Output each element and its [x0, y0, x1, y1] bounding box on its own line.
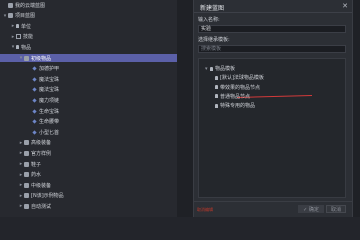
tree-item-label: 魔力项链: [39, 97, 60, 104]
new-blueprint-dialog: 新建蓝图 ✕ 输入名称: 实验 选择继承模板: 搜索模板 ▾ 物品模板 [默认]法球…: [193, 0, 353, 217]
gem-icon: [32, 66, 37, 71]
tree-item-label: 项目蓝图: [15, 13, 36, 20]
template-item[interactable]: [默认]法球物品模板: [215, 74, 264, 81]
tree-item[interactable]: ▾ 物品: [0, 43, 177, 51]
tree-item[interactable]: ▾ 初级物品: [0, 54, 177, 62]
tree-item[interactable]: 生命宝珠: [0, 107, 177, 115]
name-input[interactable]: 实验: [198, 25, 346, 33]
template-item[interactable]: 特殊专用的物品: [215, 102, 255, 109]
dialog-title: 新建蓝图: [200, 5, 225, 12]
tree-item[interactable]: ▸ 鞋子: [0, 160, 177, 168]
close-icon[interactable]: ✕: [342, 2, 348, 10]
tree-item-label: 药水: [31, 172, 42, 179]
person-icon: [16, 24, 19, 29]
person-icon: [215, 75, 218, 80]
template-search-input[interactable]: 搜索模板: [198, 45, 346, 53]
confirm-button[interactable]: ✓ 确定: [298, 205, 324, 213]
tree-item-label: 技能: [23, 34, 34, 41]
template-tree: ▾ 物品模板 [默认]法球物品模板 带效果的物品节点 普通物品节点 特殊专用的物品: [198, 58, 346, 198]
tree-item[interactable]: ▸ 单位: [0, 22, 177, 30]
tree-item-label: 加德护甲: [39, 66, 60, 73]
tree-item[interactable]: ▸ 自动测试: [0, 202, 177, 210]
gem-icon: [32, 98, 37, 103]
person-icon: [215, 94, 218, 99]
tree-item[interactable]: 生命腰带: [0, 118, 177, 126]
gem-icon: [32, 77, 37, 82]
folder-icon: [24, 203, 29, 209]
blueprint-tree-panel: 我的云端蓝图 ▾ 项目蓝图 ▸ 单位 ▸ 技能 ▾ 物品 ▾ 初级物品 加德护甲 魔法宝珠 魔法宝珠 魔力项…: [0, 0, 177, 217]
tree-item[interactable]: ▸ [N该]示例物品: [0, 192, 177, 200]
tree-item[interactable]: 魔法宝珠: [0, 75, 177, 83]
gem-icon: [32, 130, 37, 135]
tree-item-label: 单位: [21, 23, 32, 30]
folder-icon: [24, 150, 29, 156]
template-item-label: 物品模板: [215, 66, 236, 72]
tree-item[interactable]: ▸ 中级装备: [0, 181, 177, 189]
template-item-label: 带效果的物品节点: [220, 84, 261, 91]
tree-item[interactable]: ▸ 药水: [0, 171, 177, 179]
folder-icon: [24, 161, 29, 167]
tree-item-label: 魔法宝珠: [39, 87, 60, 94]
tree-item-label: 生命宝珠: [39, 108, 60, 115]
template-item-label: [默认]法球物品模板: [220, 75, 264, 82]
template-item-label: 普通物品节点: [220, 93, 251, 100]
folder-icon: [8, 2, 13, 8]
tree-item-label: 高级装备: [31, 140, 52, 147]
template-item[interactable]: 带效果的物品节点: [215, 84, 260, 91]
folder-icon: [24, 193, 29, 199]
tree-item-label: 我的云端蓝图: [15, 2, 46, 9]
tree-item-label: 魔法宝珠: [39, 76, 60, 83]
tree-item[interactable]: ▸ 高级装备: [0, 139, 177, 147]
tree-item[interactable]: ▸ 官方样例: [0, 149, 177, 157]
tree-item-label: 官方样例: [31, 150, 52, 157]
gem-icon: [32, 119, 37, 124]
tree-item[interactable]: 我的云端蓝图: [0, 1, 177, 9]
tree-item[interactable]: 小型匕首: [0, 128, 177, 136]
tree-item-label: 自动测试: [31, 203, 52, 210]
tree-item-label: 鞋子: [31, 161, 42, 168]
tree-item-label: [N该]示例物品: [31, 193, 64, 200]
dialog-footer-divider: [194, 201, 352, 202]
tree-item[interactable]: 魔法宝珠: [0, 86, 177, 94]
template-item[interactable]: 普通物品节点: [215, 93, 250, 100]
template-item-label: 特殊专用的物品: [220, 103, 256, 110]
tree-item-label: 中级装备: [31, 182, 52, 189]
cancel-button[interactable]: 取消: [326, 205, 346, 213]
person-icon: [215, 85, 218, 90]
tree-item-label: 生命腰带: [39, 119, 60, 126]
template-label: 选择继承模板:: [198, 37, 230, 43]
gem-icon: [32, 87, 37, 92]
footer-note: 取消编辑: [197, 207, 213, 212]
tree-item[interactable]: ▸ 技能: [0, 33, 177, 41]
gem-icon: [32, 108, 37, 114]
person-icon: [210, 66, 213, 71]
name-label: 输入名称:: [198, 17, 220, 23]
tree-item-label: 小型匕首: [39, 129, 60, 136]
dialog-title-divider: [194, 12, 352, 13]
tree-item-label: 物品: [21, 44, 32, 51]
folder-icon: [24, 182, 29, 188]
folder-icon: [24, 172, 29, 178]
tree-item[interactable]: 加德护甲: [0, 65, 177, 73]
tree-item-label: 初级物品: [31, 55, 52, 62]
folder-icon: [8, 13, 13, 19]
folder-icon: [24, 140, 29, 146]
tree-item[interactable]: 魔力项链: [0, 96, 177, 104]
folder-icon: [24, 55, 29, 61]
person-icon: [16, 45, 19, 50]
template-item[interactable]: ▾ 物品模板: [205, 65, 236, 73]
box-icon: [16, 34, 21, 40]
tree-item[interactable]: ▾ 项目蓝图: [0, 12, 177, 20]
person-icon: [215, 103, 218, 108]
